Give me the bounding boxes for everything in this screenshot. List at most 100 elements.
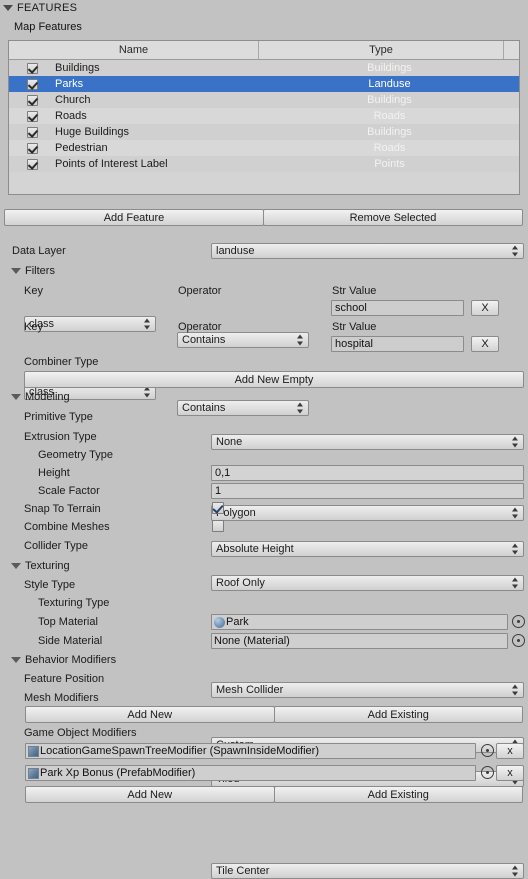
snap-to-terrain-label: Snap To Terrain [24,503,101,515]
filters-section-header[interactable]: Filters [8,263,55,279]
row-checkbox-cell [9,142,55,154]
height-label: Height [38,467,70,479]
row-enabled-checkbox[interactable] [26,142,38,154]
texturing-section-label: Texturing [25,560,70,572]
row-enabled-checkbox[interactable] [26,78,38,90]
row-name: Church [55,94,91,106]
filters-section-label: Filters [25,265,55,277]
mesh-modifiers-label: Mesh Modifiers [24,692,99,704]
side-material-label: Side Material [38,635,103,647]
top-material-value: Park [226,616,249,628]
side-material-object-field[interactable]: None (Material) [211,633,508,649]
chevron-updown-icon [297,334,304,346]
side-material-picker-icon[interactable] [512,634,525,647]
game-object-modifier-remove-2[interactable]: x [496,765,524,781]
game-object-modifiers-row: Game Object Modifiers [0,724,528,742]
top-material-label: Top Material [38,616,98,628]
behavior-modifiers-section-header[interactable]: Behavior Modifiers [8,652,116,668]
filter-1-value-input[interactable]: school [331,300,464,316]
table-row[interactable]: Buildings Buildings [9,60,519,76]
feature-position-label: Feature Position [24,673,105,685]
prefab-icon [28,745,39,757]
top-material-picker-icon[interactable] [512,615,525,628]
modeling-section-label: Modeling [25,391,70,403]
game-object-modifier-field-2[interactable]: Park Xp Bonus (PrefabModifier) [25,765,476,781]
triangle-down-icon[interactable] [11,268,21,274]
game-object-modifier-value-2: Park Xp Bonus (PrefabModifier) [40,767,196,779]
primitive-type-label: Primitive Type [24,411,93,423]
add-feature-button[interactable]: Add Feature [4,209,264,226]
mesh-add-existing-button[interactable]: Add Existing [273,706,523,723]
filter-key-label: Key [24,321,43,333]
triangle-down-icon[interactable] [11,563,21,569]
behavior-modifiers-section-label: Behavior Modifiers [25,654,117,666]
table-row[interactable]: Church Buildings [9,92,519,108]
column-header-pad [504,41,519,59]
game-object-modifier-picker-1[interactable] [481,744,494,757]
filter-operator-label: Operator [178,321,222,333]
data-layer-dropdown[interactable]: landuse [211,243,524,259]
row-enabled-checkbox[interactable] [26,110,38,122]
filter-2-remove-button[interactable]: X [471,336,499,352]
feature-position-dropdown[interactable]: Tile Center [211,863,524,879]
table-row[interactable]: Huge Buildings Buildings [9,124,519,140]
row-checkbox-cell [9,78,55,90]
top-material-object-field[interactable]: Park [211,614,508,630]
gom-add-existing-button[interactable]: Add Existing [273,786,523,803]
row-enabled-checkbox[interactable] [26,62,38,74]
table-row[interactable]: Points of Interest Label Points [9,156,519,172]
collider-type-label: Collider Type [24,540,88,552]
table-row[interactable]: Roads Roads [9,108,519,124]
data-layer-label: Data Layer [12,245,66,257]
triangle-down-icon[interactable] [11,657,21,663]
remove-selected-button[interactable]: Remove Selected [263,209,523,226]
row-checkbox-cell [9,126,55,138]
column-header-type[interactable]: Type [259,41,504,59]
filter-key-label: Key [24,285,43,297]
table-row[interactable]: Pedestrian Roads [9,140,519,156]
row-type: Roads [373,110,406,122]
geometry-type-label: Geometry Type [38,449,113,461]
features-section-header[interactable]: FEATURES [0,0,77,16]
row-type: Roads [373,142,406,154]
feature-position-row: Feature Position [0,670,528,688]
filter-1-labels: Key Operator Str Value [0,282,528,300]
gom-add-new-button[interactable]: Add New [25,786,275,803]
combiner-type-label: Combiner Type [24,356,99,368]
snap-to-terrain-checkbox[interactable] [212,502,224,514]
filter-1-remove-button[interactable]: X [471,300,499,316]
combine-meshes-checkbox[interactable] [212,520,224,532]
material-sphere-icon [214,616,225,628]
height-input[interactable]: 0,1 [211,465,524,481]
extrusion-type-row: Extrusion Type [0,428,528,446]
filter-str-value-label: Str Value [332,321,377,333]
modeling-section-header[interactable]: Modeling [8,389,70,405]
row-type: Buildings [367,126,412,138]
game-object-modifier-value-1: LocationGameSpawnTreeModifier (SpawnInsi… [40,745,320,757]
add-new-empty-button[interactable]: Add New Empty [24,371,524,388]
column-header-name[interactable]: Name [9,41,259,59]
row-checkbox-cell [9,110,55,122]
game-object-modifier-remove-1[interactable]: x [496,743,524,759]
row-enabled-checkbox[interactable] [26,158,38,170]
triangle-down-icon[interactable] [3,5,13,11]
texturing-section-header[interactable]: Texturing [8,558,70,574]
prefab-icon [28,767,39,779]
row-type: Points [374,158,405,170]
scale-factor-label: Scale Factor [38,485,100,497]
primitive-type-row: Primitive Type [0,408,528,426]
table-row[interactable]: Parks Landuse [9,76,519,92]
row-enabled-checkbox[interactable] [26,126,38,138]
row-enabled-checkbox[interactable] [26,94,38,106]
filter-2-value-input[interactable]: hospital [331,336,464,352]
texturing-type-row: Texturing Type [0,594,528,612]
game-object-modifier-field-1[interactable]: LocationGameSpawnTreeModifier (SpawnInsi… [25,743,476,759]
row-name: Roads [55,110,87,122]
scale-factor-input[interactable]: 1 [211,483,524,499]
mesh-add-new-button[interactable]: Add New [25,706,275,723]
triangle-down-icon[interactable] [11,394,21,400]
table-header-row: Name Type [9,41,519,60]
style-type-row: Style Type [0,576,528,594]
game-object-modifier-picker-2[interactable] [481,766,494,779]
feature-position-value: Tile Center [216,865,270,877]
